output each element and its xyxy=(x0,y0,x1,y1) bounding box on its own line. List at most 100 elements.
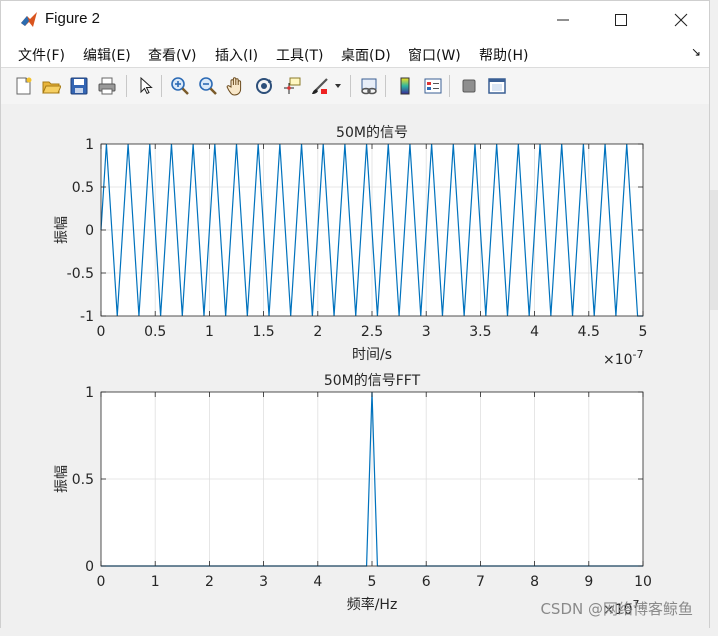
window-title: Figure 2 xyxy=(45,10,101,27)
menu-window[interactable]: 窗口(W) xyxy=(408,45,461,65)
legend-button[interactable] xyxy=(421,74,445,98)
y-tick-label: -0.5 xyxy=(67,266,94,282)
data-cursor-icon xyxy=(284,77,301,94)
hide-plot-tools-button[interactable] xyxy=(457,74,481,98)
matlab-logo-icon xyxy=(19,10,39,30)
menu-view[interactable]: 查看(V) xyxy=(148,45,197,65)
subplot-fft: 0 1 2 3 4 5 6 7 8 9 10 10.50 50M的信号FFT 频率/Hz 振幅 ×1… xyxy=(54,373,652,618)
show-plot-tools-button[interactable] xyxy=(485,74,509,98)
brush-icon xyxy=(312,78,328,94)
y-axis-label: 振幅 xyxy=(54,216,70,244)
maximize-button[interactable] xyxy=(593,1,649,39)
rotate-3d-icon xyxy=(256,78,272,94)
y-tick-labels: 1 0.5 0 -0.5 -1 xyxy=(67,137,94,325)
zoom-in-icon xyxy=(171,77,189,95)
print-icon xyxy=(98,77,116,95)
chart-title: 50M的信号FFT xyxy=(324,373,421,389)
menu-expand-icon[interactable]: ↘ xyxy=(691,45,701,59)
zoom-in-button[interactable] xyxy=(168,74,192,98)
figure-window: Figure 2 文件(F) 编辑(E) 查看(V) 插入(I) 工具(T) 桌… xyxy=(0,0,710,629)
subplot-time-domain: 0 0.5 1 1.5 2 2.5 3 3.5 4 4.5 5 1 0.5 0 -0.5 -1 50M的信号… xyxy=(54,125,647,368)
open-file-button[interactable] xyxy=(39,74,63,98)
minimize-button[interactable] xyxy=(535,1,591,39)
chevron-down-icon xyxy=(335,84,341,88)
toolbar-separator xyxy=(449,75,450,97)
x-tick-label: 1 xyxy=(205,324,214,340)
y-tick-label: 0.5 xyxy=(72,472,94,488)
x-tick-label: 2 xyxy=(313,324,322,340)
pan-button[interactable] xyxy=(224,74,248,98)
new-figure-button[interactable] xyxy=(11,74,35,98)
brush-button[interactable] xyxy=(308,74,332,98)
x-tick-label: 2 xyxy=(205,574,214,590)
close-button[interactable] xyxy=(653,1,709,39)
rotate-3d-button[interactable] xyxy=(252,74,276,98)
zoom-out-icon xyxy=(199,77,217,95)
title-bar: Figure 2 xyxy=(1,1,709,39)
show-plot-tools-icon xyxy=(488,78,506,94)
x-tick-label: 4.5 xyxy=(578,324,600,340)
link-plot-icon xyxy=(361,78,377,95)
toolbar-separator xyxy=(126,75,127,97)
x-tick-label: 10 xyxy=(634,574,652,590)
save-icon xyxy=(70,77,88,95)
brush-dropdown[interactable] xyxy=(332,74,344,98)
pointer-icon xyxy=(140,76,153,95)
x-tick-label: 0 xyxy=(97,324,106,340)
maximize-icon xyxy=(615,14,627,26)
figure-canvas: 0 0.5 1 1.5 2 2.5 3 3.5 4 4.5 5 1 0.5 0 -0.5 -1 50M的信号… xyxy=(1,104,709,629)
pointer-button[interactable] xyxy=(133,74,157,98)
toolbar-separator xyxy=(385,75,386,97)
watermark-text: CSDN @网络博客鲸鱼 xyxy=(540,600,693,618)
menu-edit[interactable]: 编辑(E) xyxy=(83,45,131,65)
x-tick-label: 5 xyxy=(368,574,377,590)
y-tick-label: 1 xyxy=(85,385,94,401)
y-tick-label: -1 xyxy=(80,309,94,325)
x-tick-label: 3 xyxy=(259,574,268,590)
y-axis-label: 振幅 xyxy=(54,465,70,493)
x-tick-label: 4 xyxy=(313,574,322,590)
legend-icon xyxy=(424,78,442,94)
new-figure-icon xyxy=(16,77,32,95)
x-tick-labels: 0 0.5 1 1.5 2 2.5 3 3.5 4 4.5 5 xyxy=(97,324,648,340)
x-axis-label: 时间/s xyxy=(352,347,392,363)
x-tick-label: 9 xyxy=(584,574,593,590)
menu-desktop[interactable]: 桌面(D) xyxy=(341,45,391,65)
toolbar-separator xyxy=(161,75,162,97)
x-axis-label: 频率/Hz xyxy=(347,596,398,613)
chart-title: 50M的信号 xyxy=(336,125,408,141)
x-tick-label: 3.5 xyxy=(469,324,491,340)
y-tick-label: 1 xyxy=(85,137,94,153)
colorbar-button[interactable] xyxy=(393,74,417,98)
y-tick-labels: 10.50 xyxy=(72,385,94,575)
open-file-icon xyxy=(42,81,61,94)
x-tick-label: 6 xyxy=(422,574,431,590)
save-button[interactable] xyxy=(67,74,91,98)
menu-file[interactable]: 文件(F) xyxy=(18,45,65,65)
x-tick-label: 8 xyxy=(530,574,539,590)
y-tick-label: 0.5 xyxy=(72,180,94,196)
menu-insert[interactable]: 插入(I) xyxy=(215,45,258,65)
figure-toolbar xyxy=(1,67,709,105)
background-window-strip xyxy=(710,190,718,310)
menu-tools[interactable]: 工具(T) xyxy=(276,45,323,65)
colorbar-icon xyxy=(400,77,410,95)
x-tick-label: 1.5 xyxy=(252,324,274,340)
data-cursor-button[interactable] xyxy=(280,74,304,98)
zoom-out-button[interactable] xyxy=(196,74,220,98)
close-icon xyxy=(674,13,688,27)
x-tick-labels: 0 1 2 3 4 5 6 7 8 9 10 xyxy=(97,574,652,590)
print-button[interactable] xyxy=(95,74,119,98)
pan-hand-icon xyxy=(226,77,242,96)
link-plot-button[interactable] xyxy=(357,74,381,98)
y-tick-label: 0 xyxy=(85,559,94,575)
x-axis-exponent: ×10-7 xyxy=(603,348,644,368)
menu-help[interactable]: 帮助(H) xyxy=(479,45,528,65)
x-tick-label: 0.5 xyxy=(144,324,166,340)
hide-plot-tools-icon xyxy=(462,79,476,93)
menu-bar: 文件(F) 编辑(E) 查看(V) 插入(I) 工具(T) 桌面(D) 窗口(W… xyxy=(1,39,709,67)
toolbar-separator xyxy=(350,75,351,97)
figure-plots: 0 0.5 1 1.5 2 2.5 3 3.5 4 4.5 5 10.50-0.5-1 50M的信号… xyxy=(54,125,652,618)
y-tick-label: 0 xyxy=(85,223,94,239)
x-tick-label: 2.5 xyxy=(361,324,383,340)
